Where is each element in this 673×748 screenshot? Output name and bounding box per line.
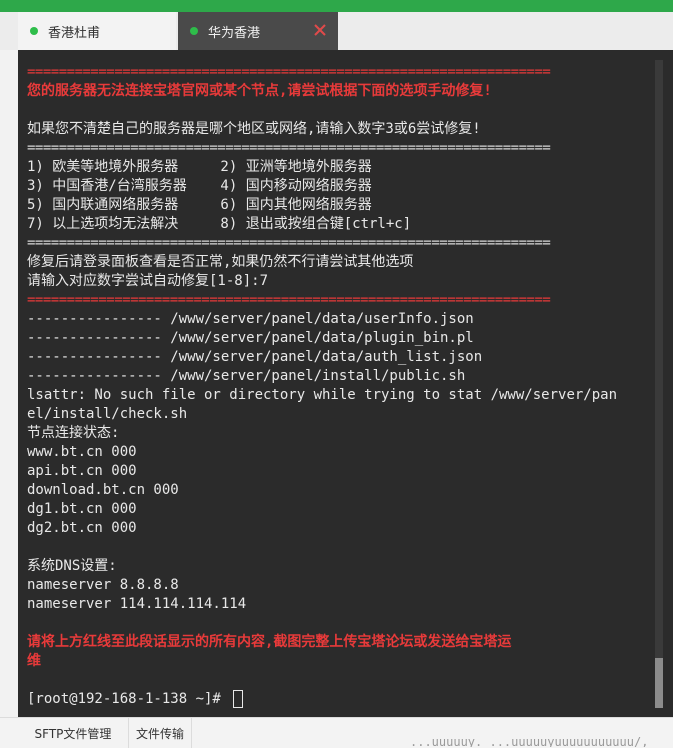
terminal-line: 3) 中国香港/台湾服务器 4) 国内移动网络服务器 [27, 178, 372, 194]
tab-huawei-hk[interactable]: 华为香港 [178, 12, 338, 50]
terminal-line: lsattr: No such file or directory while … [27, 387, 618, 403]
tab-sftp-file-manager[interactable]: SFTP文件管理 [18, 718, 128, 748]
terminal-line: ========================================… [27, 235, 551, 251]
connection-status-icon [30, 27, 38, 35]
terminal-line: 请将上方红线至此段话显示的所有内容,截图完整上传宝塔论坛或发送给宝塔运 [27, 634, 512, 650]
terminal-line: ========================================… [27, 140, 551, 156]
tab-hk-dufu[interactable]: 香港杜甫 [18, 12, 176, 50]
terminal-prompt-line[interactable]: [root@192-168-1-138 ~]# [27, 690, 652, 709]
terminal-line: 系统DNS设置: [27, 558, 117, 574]
tab-file-transfer[interactable]: 文件传输 [128, 718, 192, 748]
terminal-line: 修复后请登录面板查看是否正常,如果仍然不行请尝试其他选项 [27, 254, 414, 270]
tab-label: SFTP文件管理 [34, 726, 112, 741]
terminal-line: 如果您不清楚自己的服务器是哪个地区或网络,请输入数字3或6尝试修复! [27, 121, 481, 137]
terminal-line: 请输入对应数字尝试自动修复[1-8]:7 [27, 273, 269, 289]
terminal-line: nameserver 8.8.8.8 [27, 577, 179, 593]
terminal-line: ========================================… [27, 292, 551, 308]
terminal-line: el/install/check.sh [27, 406, 188, 422]
terminal-pane[interactable]: ========================================… [18, 50, 673, 717]
terminal-line: download.bt.cn 000 [27, 482, 179, 498]
terminal-prompt: [root@192-168-1-138 ~]# [27, 691, 230, 707]
terminal-output: ========================================… [27, 63, 652, 709]
terminal-line: ========================================… [27, 64, 551, 80]
terminal-line: dg2.bt.cn 000 [27, 520, 137, 536]
terminal-line: dg1.bt.cn 000 [27, 501, 137, 517]
terminal-line: ---------------- /www/server/panel/data/… [27, 349, 483, 365]
text-cursor [233, 690, 244, 708]
left-gutter [0, 50, 18, 717]
terminal-line: www.bt.cn 000 [27, 444, 137, 460]
terminal-line: 维 [27, 653, 41, 669]
app-title-bar [0, 0, 673, 12]
close-icon[interactable] [312, 22, 328, 38]
terminal-line: 您的服务器无法连接宝塔官网或某个节点,请尝试根据下面的选项手动修复! [27, 83, 492, 99]
bottom-overflow-text: ...uuuuuy. ...uuuuuyuuuuuuuuuuu/, [410, 735, 673, 747]
terminal-line: 5) 国内联通网络服务器 6) 国内其他网络服务器 [27, 197, 372, 213]
terminal-line: ---------------- /www/server/panel/data/… [27, 311, 474, 327]
terminal-line: 7) 以上选项均无法解决 8) 退出或按组合键[ctrl+c] [27, 216, 412, 232]
terminal-line: api.bt.cn 000 [27, 463, 137, 479]
tab-label: 华为香港 [208, 25, 261, 41]
terminal-line: nameserver 114.114.114.114 [27, 596, 247, 612]
tab-label: 文件传输 [135, 726, 184, 741]
scrollbar-track[interactable] [655, 60, 663, 708]
connection-status-icon [190, 27, 198, 35]
terminal-line: 1) 欧美等地境外服务器 2) 亚洲等地境外服务器 [27, 159, 372, 175]
terminal-line: ---------------- /www/server/panel/data/… [27, 330, 474, 346]
terminal-line: ---------------- /www/server/panel/insta… [27, 368, 466, 384]
tab-label: 香港杜甫 [48, 25, 101, 41]
terminal-line: 节点连接状态: [27, 425, 120, 441]
scrollbar-thumb[interactable] [655, 658, 663, 708]
